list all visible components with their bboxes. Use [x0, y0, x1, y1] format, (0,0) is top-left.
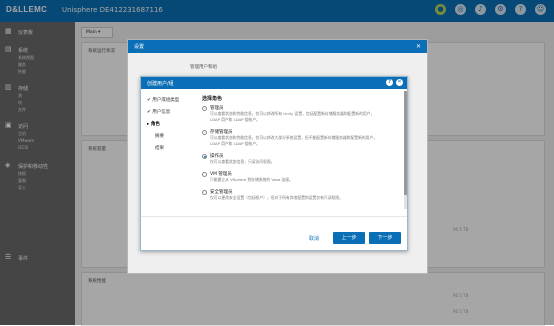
radio-button[interactable]	[202, 172, 207, 177]
step-label: 角色	[150, 122, 160, 127]
radio-button-selected[interactable]	[202, 154, 207, 159]
wizard-header: 创建用户/组 ? ✕	[141, 77, 407, 89]
step-label: 结果	[155, 146, 164, 151]
radio-button[interactable]	[202, 106, 207, 111]
settings-dialog-header: 设置 ✕	[128, 40, 427, 53]
cancel-button[interactable]: 取消	[309, 235, 319, 242]
settings-tab-users[interactable]: 管理用户和组	[190, 64, 217, 70]
role-description: 可以查看状态和性能信息。也可以修改大部分系统设置，但不能配置新存储服务器和配置新…	[210, 135, 378, 146]
next-button[interactable]: 下一步	[369, 232, 401, 244]
wizard-step: 结果	[155, 145, 164, 151]
radio-button[interactable]	[202, 190, 207, 195]
section-title: 选择角色	[202, 96, 223, 102]
back-button[interactable]: 上一步	[333, 232, 365, 244]
scrollbar-thumb[interactable]	[404, 91, 407, 195]
create-user-wizard: 创建用户/组 ? ✕ ✔ 用户或组类型 ✔ 用户信息 ▸ 角色 摘要 结果 选择…	[140, 76, 408, 251]
wizard-title: 创建用户/组	[147, 81, 174, 87]
wizard-step: 摘要	[155, 133, 164, 139]
close-icon[interactable]: ✕	[416, 43, 421, 50]
settings-dialog-title: 设置	[134, 44, 145, 50]
wizard-step[interactable]: ✔ 用户信息	[147, 109, 170, 115]
role-description: 仅可以更改安全设置（包括帐户），但对于所有其他配置和设置仅有只读权限。	[210, 195, 343, 200]
step-label: 用户或组类型	[152, 98, 180, 103]
close-icon[interactable]: ✕	[396, 79, 403, 86]
wizard-step-current[interactable]: ▸ 角色	[147, 121, 160, 127]
role-description: 只能建立从 VSphere 到存储系统的 Vasa 连接。	[210, 177, 293, 182]
step-label: 用户信息	[152, 110, 171, 115]
footer-divider	[141, 216, 407, 217]
role-description: 可以查看状态和性能信息。也可以修改所有 Unity 设置，包括配置新存储服务器和…	[210, 111, 375, 122]
radio-button[interactable]	[202, 130, 207, 135]
wizard-step[interactable]: ✔ 用户或组类型	[147, 97, 179, 103]
role-description: 仅可以查看状态信息，只读访问权限。	[210, 159, 275, 164]
scrollbar[interactable]	[404, 91, 407, 209]
help-icon[interactable]: ?	[386, 79, 393, 86]
step-label: 摘要	[155, 134, 164, 139]
